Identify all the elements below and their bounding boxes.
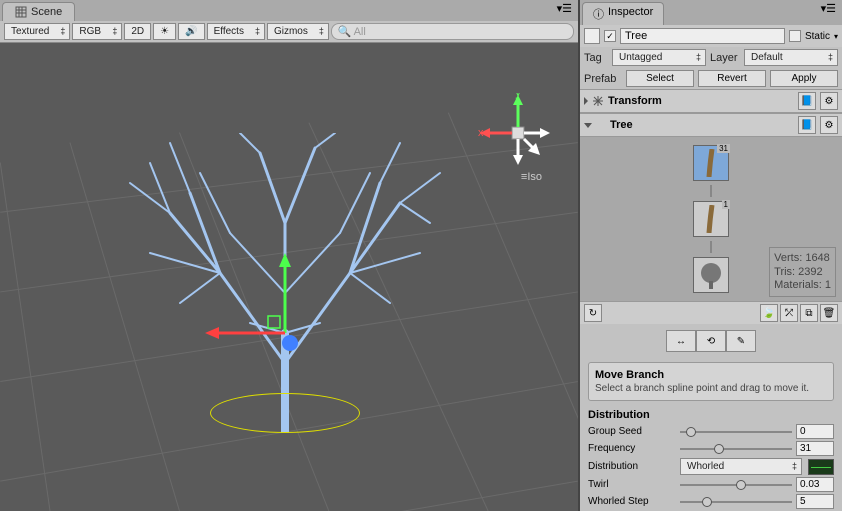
prefab-select-button[interactable]: Select xyxy=(626,70,694,87)
distribution-heading: Distribution xyxy=(580,405,842,423)
tree-base-ellipse xyxy=(210,393,360,433)
prop-row: Frequency 31 xyxy=(580,440,842,457)
search-icon: 🔍 xyxy=(338,25,352,38)
edit-tools: ↔ ⟲ ✎ xyxy=(580,324,842,358)
svg-text:x: x xyxy=(478,127,484,139)
scene-viewport[interactable]: y x ≡Iso xyxy=(0,43,578,511)
prop-label: Group Seed xyxy=(588,426,676,437)
prop-row: Distribution Whorled xyxy=(580,457,842,476)
tree-header[interactable]: Tree 📘 ⚙ xyxy=(580,113,842,137)
branch-node[interactable]: 31 xyxy=(693,145,729,181)
layer-label: Layer xyxy=(710,52,740,64)
scene-toolbar: Textured RGB 2D ☀ 🔊 Effects Gizmos 🔍 All xyxy=(0,21,578,43)
panel-menu-icon[interactable]: ▾☰ xyxy=(553,2,576,15)
branch-icon xyxy=(705,205,717,233)
lighting-button[interactable]: ☀ xyxy=(153,23,176,40)
info-icon: ⓘ xyxy=(593,6,604,22)
tag-label: Tag xyxy=(584,52,608,64)
root-node[interactable] xyxy=(693,257,729,293)
render-dropdown[interactable]: RGB xyxy=(72,23,122,40)
prop-row: Group Seed 0 xyxy=(580,423,842,440)
tree-stats: Verts: 1648 Tris: 2392 Materials: 1 xyxy=(769,247,836,297)
gear-icon[interactable]: ⚙ xyxy=(820,92,838,110)
help-icon[interactable]: 📘 xyxy=(798,116,816,134)
prop-slider[interactable] xyxy=(680,478,792,492)
search-input[interactable]: 🔍 All xyxy=(331,23,574,40)
tag-dropdown[interactable]: Untagged xyxy=(612,49,706,66)
prop-slider[interactable] xyxy=(680,495,792,509)
gameobject-icon[interactable] xyxy=(584,28,600,44)
move-tool-button[interactable]: ↔ xyxy=(666,330,696,352)
layer-dropdown[interactable]: Default xyxy=(744,49,838,66)
audio-button[interactable]: 🔊 xyxy=(178,23,204,40)
free-tool-button[interactable]: ✎ xyxy=(726,330,756,352)
name-field[interactable] xyxy=(620,28,785,44)
shading-dropdown[interactable]: Textured xyxy=(4,23,70,40)
effects-dropdown[interactable]: Effects xyxy=(207,23,265,40)
orientation-gizmo[interactable]: y x xyxy=(478,93,558,173)
tab-inspector[interactable]: ⓘ Inspector xyxy=(582,2,664,25)
tree-hierarchy: 31 1 Verts: 1648 Tris: 2392 Materials: 1 xyxy=(580,137,842,301)
tab-label: Scene xyxy=(31,6,62,18)
prop-label: Twirl xyxy=(588,479,676,490)
prop-row: Twirl 0.03 xyxy=(580,476,842,493)
duplicate-button[interactable]: ⧉ xyxy=(800,304,818,322)
inspector-menu-icon[interactable]: ▾☰ xyxy=(817,2,840,15)
curve-preview[interactable] xyxy=(808,459,834,475)
tab-scene[interactable]: Scene xyxy=(2,2,75,21)
prop-label: Distribution xyxy=(588,461,676,472)
transform-icon xyxy=(592,95,604,107)
tree-root-icon xyxy=(697,261,725,289)
active-checkbox[interactable]: ✓ xyxy=(604,30,616,42)
scene-panel: Scene ▾☰ Textured RGB 2D ☀ 🔊 Effects Giz… xyxy=(0,0,580,511)
add-branch-button[interactable]: ⤱ xyxy=(780,304,798,322)
expand-icon xyxy=(584,123,592,128)
prop-label: Whorled Step xyxy=(588,496,676,507)
projection-label[interactable]: ≡Iso xyxy=(521,171,542,183)
prop-dropdown[interactable]: Whorled xyxy=(680,458,802,475)
static-dropdown-icon[interactable]: ▾ xyxy=(834,32,838,41)
refresh-button[interactable]: ↻ xyxy=(584,304,602,322)
static-checkbox[interactable] xyxy=(789,30,801,42)
mode-2d-button[interactable]: 2D xyxy=(124,23,151,40)
transform-header[interactable]: Transform 📘 ⚙ xyxy=(580,89,842,113)
branch-icon xyxy=(705,149,717,177)
tool-hint: Move Branch Select a branch spline point… xyxy=(588,362,834,401)
svg-text:y: y xyxy=(515,93,521,99)
rotate-tool-button[interactable]: ⟲ xyxy=(696,330,726,352)
prop-value[interactable]: 31 xyxy=(796,441,834,456)
branch-node[interactable]: 1 xyxy=(693,201,729,237)
inspector-tabbar: ⓘ Inspector ▾☰ xyxy=(580,0,842,25)
prefab-apply-button[interactable]: Apply xyxy=(770,70,838,87)
scene-tabbar: Scene ▾☰ xyxy=(0,0,578,21)
static-label: Static xyxy=(805,31,830,42)
prefab-label: Prefab xyxy=(584,73,622,85)
grid-icon xyxy=(15,6,27,18)
gizmos-dropdown[interactable]: Gizmos xyxy=(267,23,329,40)
prefab-revert-button[interactable]: Revert xyxy=(698,70,766,87)
prop-slider[interactable] xyxy=(680,442,792,456)
add-leaf-button[interactable]: 🍃 xyxy=(760,304,778,322)
gear-icon[interactable]: ⚙ xyxy=(820,116,838,134)
expand-icon xyxy=(584,97,588,105)
prop-row: Whorled Step 5 xyxy=(580,493,842,510)
prop-label: Frequency xyxy=(588,443,676,454)
prop-value[interactable]: 0 xyxy=(796,424,834,439)
help-icon[interactable]: 📘 xyxy=(798,92,816,110)
inspector-panel: ⓘ Inspector ▾☰ ✓ Static ▾ Tag Untagged L… xyxy=(580,0,842,511)
delete-button[interactable]: 🗑 xyxy=(820,304,838,322)
prop-slider[interactable] xyxy=(680,425,792,439)
prop-value[interactable]: 0.03 xyxy=(796,477,834,492)
prop-value[interactable]: 5 xyxy=(796,494,834,509)
